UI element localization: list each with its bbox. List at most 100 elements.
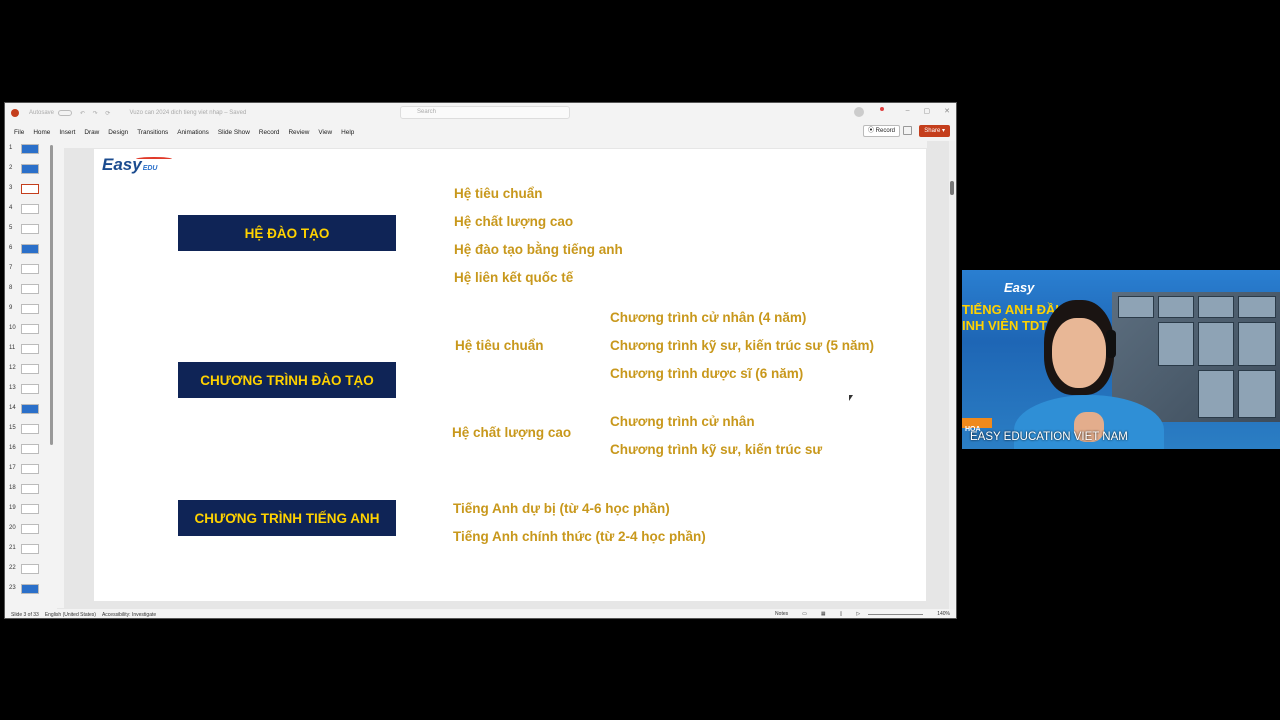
slideshow-view-icon[interactable]: ▷: [856, 611, 860, 617]
thumbnail-number: 2: [9, 165, 13, 171]
thumbnail-number: 8: [9, 285, 13, 291]
thumbnail-image: [21, 244, 39, 254]
thumbnail-image: [21, 584, 39, 594]
record-label: Record: [875, 128, 895, 134]
thumbnail-item[interactable]: 10: [5, 321, 49, 339]
background-screen: [1238, 370, 1276, 418]
tab-view[interactable]: View: [318, 129, 332, 136]
thumbnail-number: 12: [9, 365, 16, 371]
reading-view-icon[interactable]: ▯: [840, 611, 843, 617]
background-screen: [1158, 296, 1194, 318]
title-bar: Autosave ↶ ↷ ⟳ Vuzo can 2024 dich tieng …: [5, 103, 956, 123]
thumbnail-number: 3: [9, 185, 13, 191]
thumbnail-item[interactable]: 15: [5, 421, 49, 439]
scrollbar-thumb[interactable]: [950, 181, 954, 195]
tab-design[interactable]: Design: [108, 129, 128, 136]
thumbnail-image: [21, 304, 39, 314]
tab-record[interactable]: Record: [259, 129, 280, 136]
language-status[interactable]: English (United States): [45, 612, 96, 618]
thumbnail-item[interactable]: 18: [5, 481, 49, 499]
user-avatar[interactable]: [854, 107, 864, 117]
tab-transitions[interactable]: Transitions: [137, 129, 168, 136]
thumbnail-item[interactable]: 5: [5, 221, 49, 239]
document-title: Vuzo can 2024 dich tieng viet nhap – Sav…: [129, 110, 247, 116]
tieng-anh-item: Tiếng Anh chính thức (từ 2-4 học phần): [453, 529, 706, 544]
quick-access-toolbar[interactable]: ↶ ↷ ⟳: [80, 110, 113, 117]
ct-clc-label: Hệ chất lượng cao: [452, 425, 572, 440]
thumbnail-number: 20: [9, 525, 16, 531]
he-dao-tao-item: Hệ đào tạo bằng tiếng anh: [454, 242, 623, 257]
thumbnail-number: 14: [9, 405, 16, 411]
thumbnail-item[interactable]: 7: [5, 261, 49, 279]
ct-tieu-chuan-label: Hệ tiêu chuẩn: [455, 338, 544, 353]
thumbnail-image: [21, 524, 39, 534]
thumbnail-number: 23: [9, 585, 16, 591]
comment-icon[interactable]: [903, 126, 912, 135]
tab-file[interactable]: File: [14, 129, 24, 136]
presenter-face: [1052, 318, 1106, 388]
presenter: [1014, 300, 1164, 449]
notes-button[interactable]: Notes: [775, 611, 788, 617]
thumbnail-item[interactable]: 9: [5, 301, 49, 319]
thumbnail-item[interactable]: 22: [5, 561, 49, 579]
tab-review[interactable]: Review: [288, 129, 309, 136]
accessibility-status[interactable]: Accessibility: Investigate: [102, 612, 156, 618]
thumbnail-item[interactable]: 6: [5, 241, 49, 259]
autosave-toggle[interactable]: [58, 110, 73, 116]
minimize-icon[interactable]: –: [906, 107, 910, 115]
thumbnail-item[interactable]: 1: [5, 141, 49, 159]
ct-tieu-chuan-item: Chương trình kỹ sư, kiến trúc sư (5 năm): [610, 338, 874, 353]
thumbnail-item[interactable]: 19: [5, 501, 49, 519]
thumbnail-item[interactable]: 17: [5, 461, 49, 479]
tab-insert[interactable]: Insert: [59, 129, 75, 136]
tab-draw[interactable]: Draw: [84, 129, 99, 136]
share-button[interactable]: Share ▾: [919, 125, 950, 137]
tab-home[interactable]: Home: [33, 129, 50, 136]
thumbnail-item[interactable]: 16: [5, 441, 49, 459]
thumbnail-item[interactable]: 11: [5, 341, 49, 359]
thumbnail-scrollbar[interactable]: [50, 145, 53, 445]
thumbnail-image: [21, 144, 39, 154]
thumbnail-image: [21, 484, 39, 494]
box-chuong-trinh-dao-tao: CHƯƠNG TRÌNH ĐÀO TẠO: [178, 362, 396, 398]
thumbnail-number: 21: [9, 545, 16, 551]
background-screen: [1198, 296, 1234, 318]
thumbnail-image: [21, 164, 39, 174]
thumbnail-item[interactable]: 21: [5, 541, 49, 559]
thumbnail-number: 6: [9, 245, 13, 251]
slide-canvas[interactable]: EasyEDU HỆ ĐÀO TẠO CHƯƠNG TRÌNH ĐÀO TẠO …: [94, 149, 926, 601]
background-screen: [1238, 296, 1276, 318]
powerpoint-window: Autosave ↶ ↷ ⟳ Vuzo can 2024 dich tieng …: [4, 102, 957, 619]
thumbnail-number: 16: [9, 445, 16, 451]
thumbnail-item[interactable]: 20: [5, 521, 49, 539]
tab-slide-show[interactable]: Slide Show: [218, 129, 250, 136]
normal-view-icon[interactable]: ▭: [802, 611, 807, 617]
sorter-view-icon[interactable]: ▦: [821, 611, 826, 617]
thumbnail-item[interactable]: 3: [5, 181, 49, 199]
thumbnail-item[interactable]: 13: [5, 381, 49, 399]
thumbnail-item[interactable]: 8: [5, 281, 49, 299]
thumbnail-number: 15: [9, 425, 16, 431]
close-icon[interactable]: ✕: [944, 107, 950, 115]
thumbnail-image: [21, 284, 39, 294]
zoom-level[interactable]: 140%: [937, 611, 950, 617]
slide-scrollbar[interactable]: [949, 141, 955, 611]
zoom-slider[interactable]: [868, 614, 924, 615]
search-box[interactable]: Search: [400, 106, 570, 119]
maximize-icon[interactable]: ▢: [924, 107, 931, 115]
tab-animations[interactable]: Animations: [177, 129, 209, 136]
tab-help[interactable]: Help: [341, 129, 354, 136]
record-button[interactable]: ⦿ Record: [862, 125, 900, 137]
thumbnail-image: [21, 544, 39, 554]
notification-dot: [880, 107, 884, 111]
thumbnail-number: 22: [9, 565, 16, 571]
autosave-label: Autosave: [29, 110, 55, 116]
thumbnail-item[interactable]: 23: [5, 581, 49, 599]
thumbnail-item[interactable]: 2: [5, 161, 49, 179]
ct-tieu-chuan-item: Chương trình cử nhân (4 năm): [610, 310, 807, 325]
thumbnail-item[interactable]: 12: [5, 361, 49, 379]
thumbnail-image: [21, 384, 39, 394]
thumbnail-image: [21, 564, 39, 574]
thumbnail-item[interactable]: 14: [5, 401, 49, 419]
thumbnail-item[interactable]: 4: [5, 201, 49, 219]
